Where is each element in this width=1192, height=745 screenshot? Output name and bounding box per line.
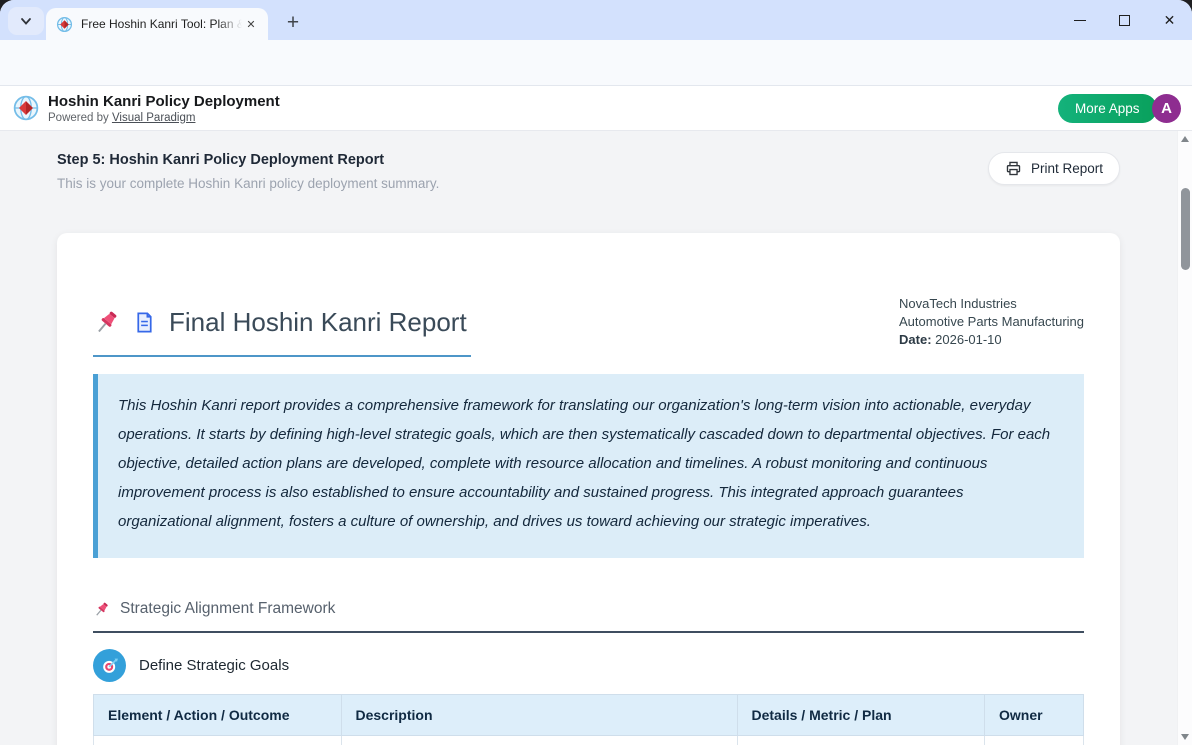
cell-element: Achieve World-Class Quality [94, 736, 342, 745]
scroll-down-arrow[interactable] [1181, 734, 1189, 740]
close-button[interactable]: ✕ [1147, 0, 1192, 40]
tab-search-button[interactable] [8, 7, 44, 35]
tab-close-icon[interactable]: ✕ [242, 15, 260, 33]
app-user-avatar[interactable]: A [1152, 94, 1181, 123]
pushpin-icon [93, 601, 110, 618]
tab-strip: Free Hoshin Kanri Tool: Plan & E ✕ + ✕ [0, 0, 1192, 40]
section-title: Strategic Alignment Framework [120, 600, 335, 618]
date-value: 2026-01-10 [932, 332, 1002, 347]
tab-title: Free Hoshin Kanri Tool: Plan & E [81, 17, 242, 31]
more-apps-button[interactable]: More Apps [1058, 94, 1157, 123]
strategic-goals-table: Element / Action / Outcome Description D… [93, 694, 1084, 745]
new-tab-button[interactable]: + [278, 8, 308, 38]
scroll-up-arrow[interactable] [1181, 136, 1189, 142]
report-card: Final Hoshin Kanri Report NovaTech Indus… [57, 233, 1120, 745]
table-row: Achieve World-Class Quality Establish No… [94, 736, 1084, 745]
visual-paradigm-logo [12, 94, 40, 122]
section-divider [93, 631, 1084, 633]
subsection-title: Define Strategic Goals [139, 657, 289, 674]
report-head: Final Hoshin Kanri Report NovaTech Indus… [93, 295, 1084, 357]
browser-tab[interactable]: Free Hoshin Kanri Tool: Plan & E ✕ [46, 8, 268, 40]
step-subtitle: This is your complete Hoshin Kanri polic… [57, 176, 1120, 191]
window-controls: ✕ [1057, 0, 1192, 40]
page-header: Step 5: Hoshin Kanri Policy Deployment R… [57, 152, 1120, 208]
target-icon [93, 649, 126, 682]
app-title: Hoshin Kanri Policy Deployment [48, 93, 280, 110]
minimize-button[interactable] [1057, 0, 1102, 40]
visual-paradigm-link[interactable]: Visual Paradigm [112, 112, 196, 124]
pushpin-icon [93, 309, 120, 336]
print-report-label: Print Report [1031, 161, 1103, 176]
minimize-icon [1074, 20, 1086, 21]
summary-text: This Hoshin Kanri report provides a comp… [118, 391, 1060, 536]
table-header-row: Element / Action / Outcome Description D… [94, 695, 1084, 736]
step-title: Step 5: Hoshin Kanri Policy Deployment R… [57, 152, 1120, 168]
browser-window: Free Hoshin Kanri Tool: Plan & E ✕ + ✕ ←… [0, 0, 1192, 745]
scrollbar-thumb[interactable] [1181, 188, 1190, 270]
document-icon [133, 311, 156, 334]
app-header: Hoshin Kanri Policy Deployment Powered b… [0, 86, 1192, 131]
report-title: Final Hoshin Kanri Report [169, 307, 467, 338]
column-header: Owner [985, 695, 1084, 736]
powered-prefix: Powered by [48, 112, 112, 124]
print-report-button[interactable]: Print Report [988, 152, 1120, 185]
column-header: Details / Metric / Plan [737, 695, 985, 736]
maximize-button[interactable] [1102, 0, 1147, 40]
cell-description: Establish NovaTech as the benchmark for … [341, 736, 737, 745]
column-header: Element / Action / Outcome [94, 695, 342, 736]
visual-paradigm-favicon [56, 16, 73, 33]
report-date: Date: 2026-01-10 [899, 331, 1084, 349]
summary-callout: This Hoshin Kanri report provides a comp… [93, 374, 1084, 558]
chevron-down-icon [19, 14, 33, 28]
company-industry: Automotive Parts Manufacturing [899, 313, 1084, 331]
printer-icon [1005, 160, 1022, 177]
cell-owner: Chief Quality Officer [985, 736, 1084, 745]
powered-by: Powered by Visual Paradigm [48, 112, 195, 124]
report-title-wrap: Final Hoshin Kanri Report [93, 307, 471, 357]
cell-details: Reduce defect rate to <0.5% of total uni… [737, 736, 985, 745]
company-name: NovaTech Industries [899, 295, 1084, 313]
page-content: Step 5: Hoshin Kanri Policy Deployment R… [0, 131, 1177, 745]
maximize-icon [1119, 15, 1130, 26]
date-label: Date: [899, 332, 932, 347]
subsection-head: Define Strategic Goals [93, 649, 1084, 682]
browser-toolbar: ← → ai-toolbox.visual-paradigm.com/app/h… [0, 40, 1192, 86]
section-head: Strategic Alignment Framework [93, 600, 1084, 618]
column-header: Description [341, 695, 737, 736]
page-scrollbar[interactable] [1177, 131, 1192, 745]
company-info: NovaTech Industries Automotive Parts Man… [899, 295, 1084, 349]
